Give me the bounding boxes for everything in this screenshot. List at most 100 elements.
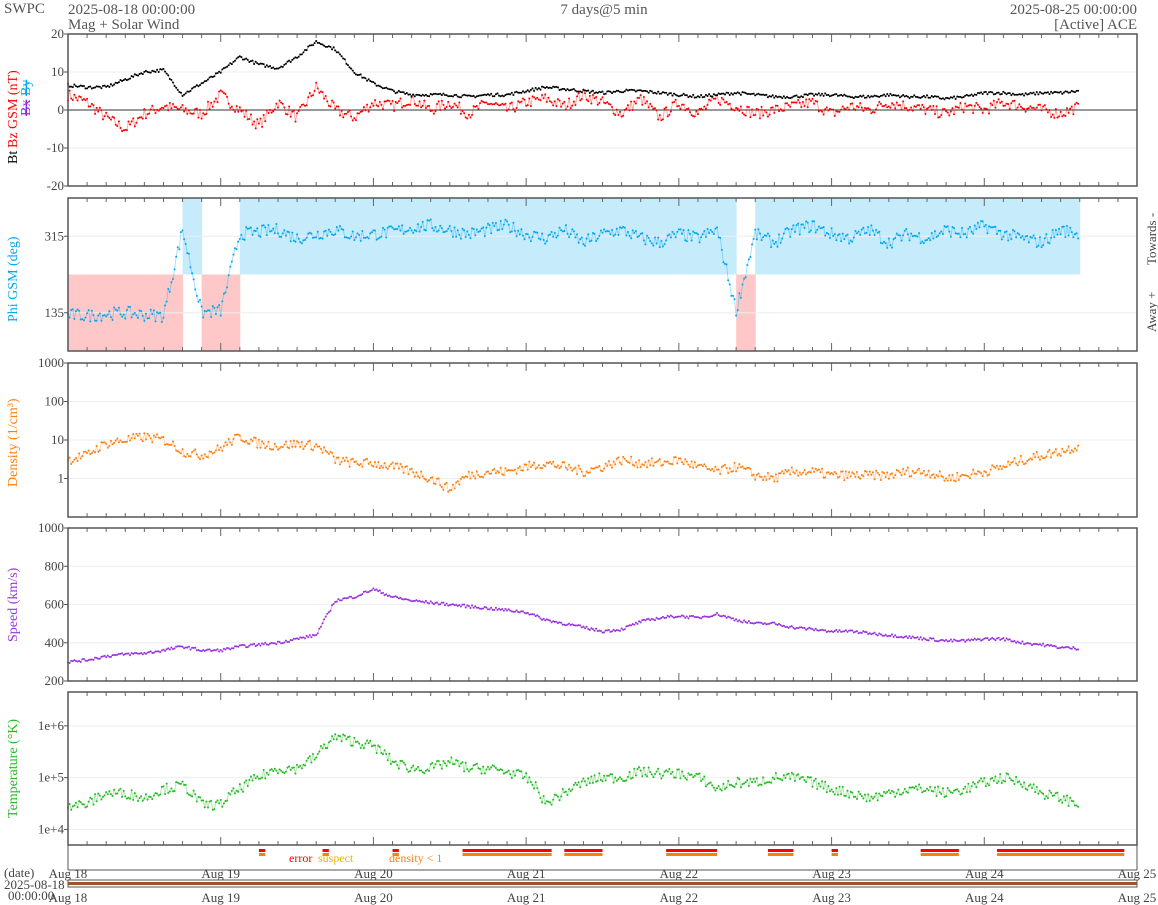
phi-point bbox=[984, 223, 987, 226]
density-point bbox=[1056, 454, 1059, 457]
temperature-point bbox=[100, 798, 103, 801]
speed-point bbox=[467, 605, 470, 608]
bt-point bbox=[1062, 91, 1065, 94]
speed-point bbox=[319, 625, 322, 628]
density-point bbox=[803, 468, 806, 471]
bt-point bbox=[536, 88, 539, 91]
density-point bbox=[628, 461, 631, 464]
temperature-point bbox=[824, 780, 827, 783]
temperature-point bbox=[133, 792, 136, 795]
phi-point bbox=[871, 229, 874, 232]
bt-point bbox=[711, 95, 714, 98]
by-label[interactable]: By bbox=[19, 80, 34, 96]
temperature-point bbox=[701, 778, 704, 781]
phi-point bbox=[633, 231, 636, 234]
phi-point bbox=[467, 233, 470, 236]
temperature-point bbox=[873, 795, 876, 798]
bt-point bbox=[669, 92, 672, 95]
bz-point bbox=[1077, 102, 1080, 105]
density-point bbox=[383, 462, 386, 465]
temperature-point bbox=[191, 795, 194, 798]
bt-point bbox=[924, 96, 927, 99]
temperature-point bbox=[863, 793, 866, 796]
temperature-point bbox=[976, 781, 979, 784]
phi-point bbox=[455, 235, 458, 238]
bz-point bbox=[311, 94, 314, 97]
bz-point bbox=[318, 91, 321, 94]
bt-point bbox=[113, 83, 116, 86]
speed-point bbox=[472, 606, 475, 609]
bz-point bbox=[238, 106, 241, 109]
temperature-point bbox=[358, 742, 361, 745]
phi-point bbox=[609, 233, 612, 236]
speed-point bbox=[129, 654, 132, 657]
density-point bbox=[475, 470, 478, 473]
phi-point bbox=[154, 320, 157, 323]
density-point bbox=[1008, 463, 1011, 466]
temperature-point bbox=[396, 764, 399, 767]
bz-point bbox=[568, 97, 571, 100]
phi-point bbox=[611, 229, 614, 232]
bt-point bbox=[496, 92, 499, 95]
density-point bbox=[294, 445, 297, 448]
density-point bbox=[346, 460, 349, 463]
temperature-point bbox=[983, 777, 986, 780]
density-point bbox=[765, 479, 768, 482]
phi-point bbox=[432, 229, 435, 232]
bz-point bbox=[283, 106, 286, 109]
speed-point bbox=[331, 604, 334, 607]
density-point bbox=[248, 442, 251, 445]
bz-point bbox=[394, 100, 397, 103]
phi-point bbox=[840, 240, 843, 243]
bt-point bbox=[154, 71, 157, 74]
temperature-point bbox=[733, 785, 736, 788]
temperature-point bbox=[375, 752, 378, 755]
bz-point bbox=[434, 110, 437, 113]
density-point bbox=[71, 460, 74, 463]
bt-point bbox=[409, 93, 412, 96]
density-point bbox=[428, 479, 431, 482]
density-point bbox=[189, 455, 192, 458]
bz-point bbox=[991, 104, 994, 107]
bz-point bbox=[988, 112, 991, 115]
temperature-point bbox=[838, 785, 841, 788]
bt-point bbox=[795, 94, 798, 97]
density-point bbox=[711, 467, 714, 470]
phi-point bbox=[1056, 233, 1059, 236]
speed-point bbox=[92, 658, 95, 661]
speed-point bbox=[607, 628, 610, 631]
density-point bbox=[281, 446, 284, 449]
density-point bbox=[584, 474, 587, 477]
bt-point bbox=[311, 44, 314, 47]
bt-point bbox=[289, 60, 292, 63]
phi-point bbox=[774, 241, 777, 244]
bt-point bbox=[572, 88, 575, 91]
phi-point bbox=[506, 220, 509, 223]
density-point bbox=[251, 439, 254, 442]
phi-point bbox=[614, 233, 617, 236]
bt-point bbox=[428, 95, 431, 98]
bt-point bbox=[251, 59, 254, 62]
phi-point bbox=[768, 235, 771, 238]
bt-point bbox=[346, 64, 349, 67]
density-point bbox=[517, 467, 520, 470]
phi-point bbox=[216, 306, 219, 309]
bz-point bbox=[92, 104, 95, 107]
speed-point bbox=[521, 610, 524, 613]
phi-point bbox=[281, 232, 284, 235]
bz-point bbox=[614, 114, 617, 117]
speed-point bbox=[599, 629, 602, 632]
bz-point bbox=[84, 99, 87, 102]
density-point bbox=[693, 461, 696, 464]
density-point bbox=[1069, 451, 1072, 454]
temperature-point bbox=[304, 764, 307, 767]
density-point bbox=[113, 441, 116, 444]
bt-point bbox=[108, 85, 111, 88]
bx-label[interactable]: Bx bbox=[19, 100, 34, 116]
temperature-point bbox=[981, 780, 984, 783]
phi-point bbox=[447, 227, 450, 230]
phi-point bbox=[240, 233, 243, 236]
date-range-selection[interactable] bbox=[68, 882, 1137, 885]
temperature-point bbox=[533, 787, 536, 790]
start-time-label: 00:00:00 bbox=[8, 888, 54, 903]
